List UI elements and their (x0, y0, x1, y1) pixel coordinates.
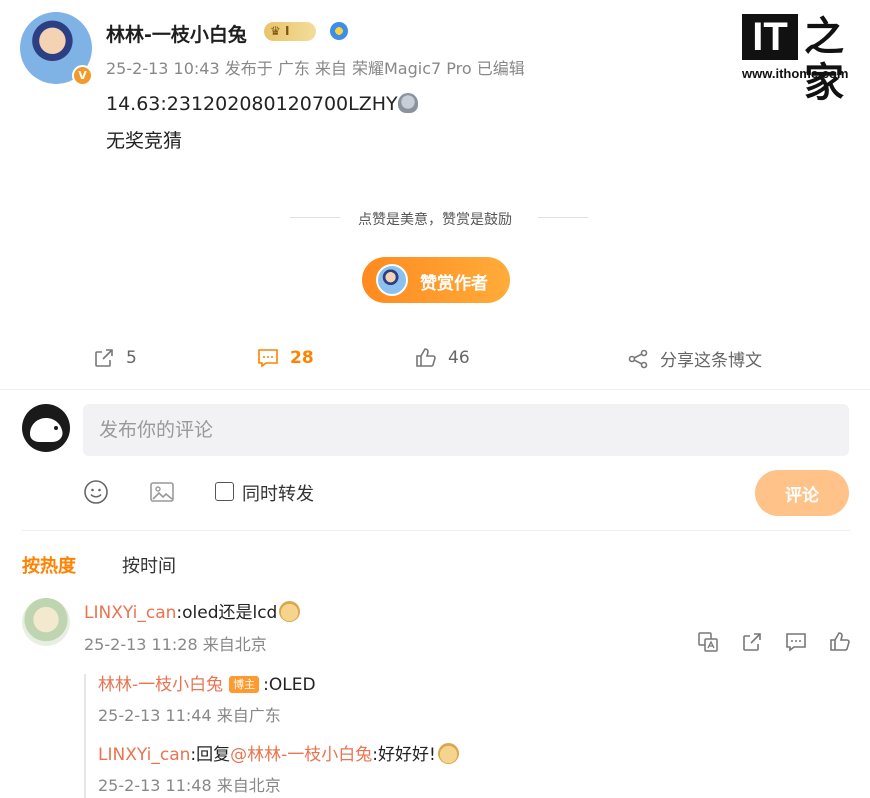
logo-han: 之家 (804, 14, 844, 106)
sort-separator (22, 530, 850, 531)
ithome-logo: IT 之家 www.ithome.com (742, 14, 858, 106)
post-meta: 25-2-13 10:43 发布于 广东 来自 荣耀Magic7 Pro 已编辑 (106, 59, 525, 78)
doge-emoji-icon (437, 743, 459, 764)
comment-count: 28 (290, 348, 314, 368)
reply-meta-1: 25-2-13 11:44 来自广东 (98, 706, 281, 725)
commenter-avatar[interactable] (22, 598, 70, 646)
repost-button[interactable]: 5 (92, 346, 137, 370)
emoji-icon[interactable] (83, 479, 109, 505)
forward-label[interactable]: 同时转发 (242, 480, 314, 506)
reply-author[interactable]: LINXYi_can (98, 745, 190, 765)
my-avatar[interactable] (22, 404, 70, 452)
thumb-up-icon (416, 348, 436, 367)
share-icon (628, 349, 648, 368)
image-icon[interactable] (149, 479, 175, 505)
logo-mark: IT (742, 14, 798, 60)
comment-repost-icon[interactable] (740, 630, 764, 654)
reply-thread-bar (84, 674, 86, 798)
comment-reply-icon[interactable] (784, 630, 808, 654)
reply-mention[interactable]: @林林-一枝小白兔 (230, 745, 372, 765)
reply-text: :OLED (263, 675, 316, 695)
post-text-line1: 14.63:231202080120700LZHY (106, 93, 418, 115)
post-text-line2: 无奖竞猜 (106, 130, 183, 152)
tip-divider-text: 点赞是美意，赞赏是鼓励 (358, 212, 512, 228)
like-button[interactable]: 46 (414, 346, 470, 370)
comment-meta: 25-2-13 11:28 来自北京 (84, 635, 267, 654)
robot-emoji-icon (397, 93, 418, 113)
reply-meta-2: 25-2-13 11:48 来自北京 (98, 776, 281, 795)
verified-v-icon: V (72, 65, 93, 86)
globe-badge-icon[interactable] (330, 22, 348, 40)
blogger-badge: 博主 (229, 676, 260, 693)
vip-level: I (284, 24, 290, 38)
tip-author-button[interactable]: 赞赏作者 (362, 257, 510, 303)
comment-text: :oled还是lcd (176, 603, 278, 623)
tab-sort-hot[interactable]: 按热度 (22, 552, 76, 578)
divider-right (538, 217, 588, 218)
repost-count: 5 (126, 348, 137, 368)
comment-button[interactable]: 28 (256, 346, 314, 370)
bear-avatar-icon (30, 418, 63, 442)
tab-sort-time[interactable]: 按时间 (122, 552, 176, 578)
share-label: 分享这条博文 (660, 351, 762, 371)
submit-comment-button[interactable]: 评论 (755, 470, 849, 516)
comment-like-icon[interactable] (828, 630, 852, 654)
forward-checkbox[interactable] (215, 482, 234, 501)
like-count: 46 (448, 348, 470, 368)
doge-emoji-icon (279, 601, 301, 622)
reply-author[interactable]: 林林-一枝小白兔 (98, 675, 223, 695)
reply-line-2: LINXYi_can:回复@林林-一枝小白兔:好好好! (98, 740, 459, 765)
reply-prefix: :回复 (190, 745, 231, 765)
share-button[interactable]: 分享这条博文 (626, 346, 762, 371)
comment-input[interactable] (83, 404, 849, 456)
action-separator (0, 389, 870, 390)
tip-button-label: 赞赏作者 (420, 274, 488, 294)
repost-icon (95, 349, 113, 367)
author-name[interactable]: 林林-一枝小白兔 (106, 20, 247, 47)
logo-url: www.ithome.com (742, 66, 849, 81)
translate-icon[interactable] (696, 630, 720, 654)
reply-line-1: 林林-一枝小白兔 博主:OLED (98, 670, 316, 695)
post-text: 14.63:231202080120700LZHY (106, 93, 398, 115)
tip-avatar (376, 264, 408, 296)
commenter-name[interactable]: LINXYi_can (84, 603, 176, 623)
comment-line: LINXYi_can:oled还是lcd (84, 598, 301, 623)
vip-crown-badge[interactable]: ♛ I (264, 22, 316, 41)
comment-icon (258, 349, 278, 368)
reply-text: :好好好! (372, 745, 436, 765)
